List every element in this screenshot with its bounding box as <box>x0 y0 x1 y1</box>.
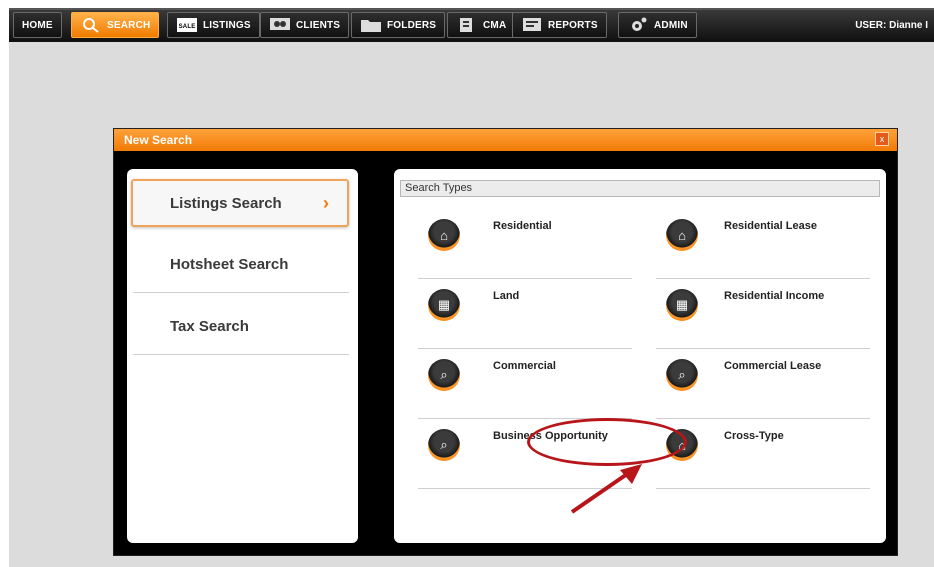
gear-icon <box>627 16 649 34</box>
search-type-cross-type[interactable]: ⌂ Cross-Type <box>656 419 870 489</box>
nav-home[interactable]: HOME <box>13 12 62 38</box>
building-icon: ▦ <box>666 289 698 321</box>
menu-item-tax-search[interactable]: Tax Search <box>133 299 349 355</box>
menu-item-listings-search[interactable]: Listings Search › <box>131 179 349 227</box>
magnifier-icon <box>80 16 102 34</box>
menu-item-hotsheet-search[interactable]: Hotsheet Search <box>133 237 349 293</box>
land-search-icon: ⌕ <box>428 429 460 461</box>
svg-text:SALE: SALE <box>179 24 196 30</box>
nav-cma[interactable]: CMA <box>447 12 516 38</box>
nav-admin-label: ADMIN <box>654 19 688 31</box>
house-search-icon: ⌂ <box>428 219 460 251</box>
search-type-label: Residential Lease <box>724 220 817 232</box>
search-type-residential-income[interactable]: ▦ Residential Income <box>656 279 870 349</box>
nav-cma-label: CMA <box>483 19 507 31</box>
dialog-title: New Search <box>114 129 897 151</box>
menu-item-label: Hotsheet Search <box>170 256 289 273</box>
search-type-label: Land <box>493 290 520 302</box>
nav-listings-label: LISTINGS <box>203 19 251 31</box>
search-type-label: Cross-Type <box>724 430 784 442</box>
search-type-land[interactable]: ▦ Land <box>418 279 632 349</box>
land-search-icon: ⌕ <box>428 359 460 391</box>
search-category-panel: Listings Search › Hotsheet Search Tax Se… <box>127 169 358 543</box>
nav-reports[interactable]: REPORTS <box>512 12 607 38</box>
search-type-label: Residential Income <box>724 290 825 302</box>
search-type-label: Commercial Lease <box>724 360 822 372</box>
clients-icon <box>269 16 291 34</box>
search-type-label: Residential <box>493 220 552 232</box>
cma-icon <box>456 16 478 34</box>
for-sale-sign-icon: SALE <box>176 16 198 34</box>
search-type-commercial-lease[interactable]: ⌕ Commercial Lease <box>656 349 870 419</box>
search-types-header: Search Types <box>400 180 880 197</box>
close-button[interactable]: x <box>875 132 889 146</box>
house-search-icon: ⌂ <box>666 219 698 251</box>
chevron-right-icon: › <box>323 193 329 213</box>
folder-icon <box>360 16 382 34</box>
top-nav-bar: HOME SEARCH SALE LISTINGS CLIENTS FOLDER… <box>9 8 934 42</box>
annotation-arrow-icon <box>570 464 642 514</box>
nav-clients-label: CLIENTS <box>296 19 341 31</box>
nav-listings[interactable]: SALE LISTINGS <box>167 12 260 38</box>
user-label: USER: Dianne I <box>855 20 928 31</box>
menu-item-label: Tax Search <box>170 318 249 335</box>
nav-home-label: HOME <box>22 19 53 31</box>
menu-item-label: Listings Search <box>170 194 282 212</box>
nav-search-label: SEARCH <box>107 19 151 31</box>
building-icon: ▦ <box>428 289 460 321</box>
nav-admin[interactable]: ADMIN <box>618 12 697 38</box>
nav-folders[interactable]: FOLDERS <box>351 12 446 38</box>
search-type-label: Commercial <box>493 360 556 372</box>
nav-search[interactable]: SEARCH <box>71 12 160 38</box>
nav-folders-label: FOLDERS <box>387 19 437 31</box>
reports-icon <box>521 16 543 34</box>
nav-reports-label: REPORTS <box>548 19 598 31</box>
search-type-residential-lease[interactable]: ⌂ Residential Lease <box>656 209 870 279</box>
new-search-dialog: New Search x Listings Search › Hotsheet … <box>113 128 898 556</box>
search-type-residential[interactable]: ⌂ Residential <box>418 209 632 279</box>
search-type-commercial[interactable]: ⌕ Commercial <box>418 349 632 419</box>
nav-clients[interactable]: CLIENTS <box>260 12 350 38</box>
land-search-icon: ⌕ <box>666 359 698 391</box>
